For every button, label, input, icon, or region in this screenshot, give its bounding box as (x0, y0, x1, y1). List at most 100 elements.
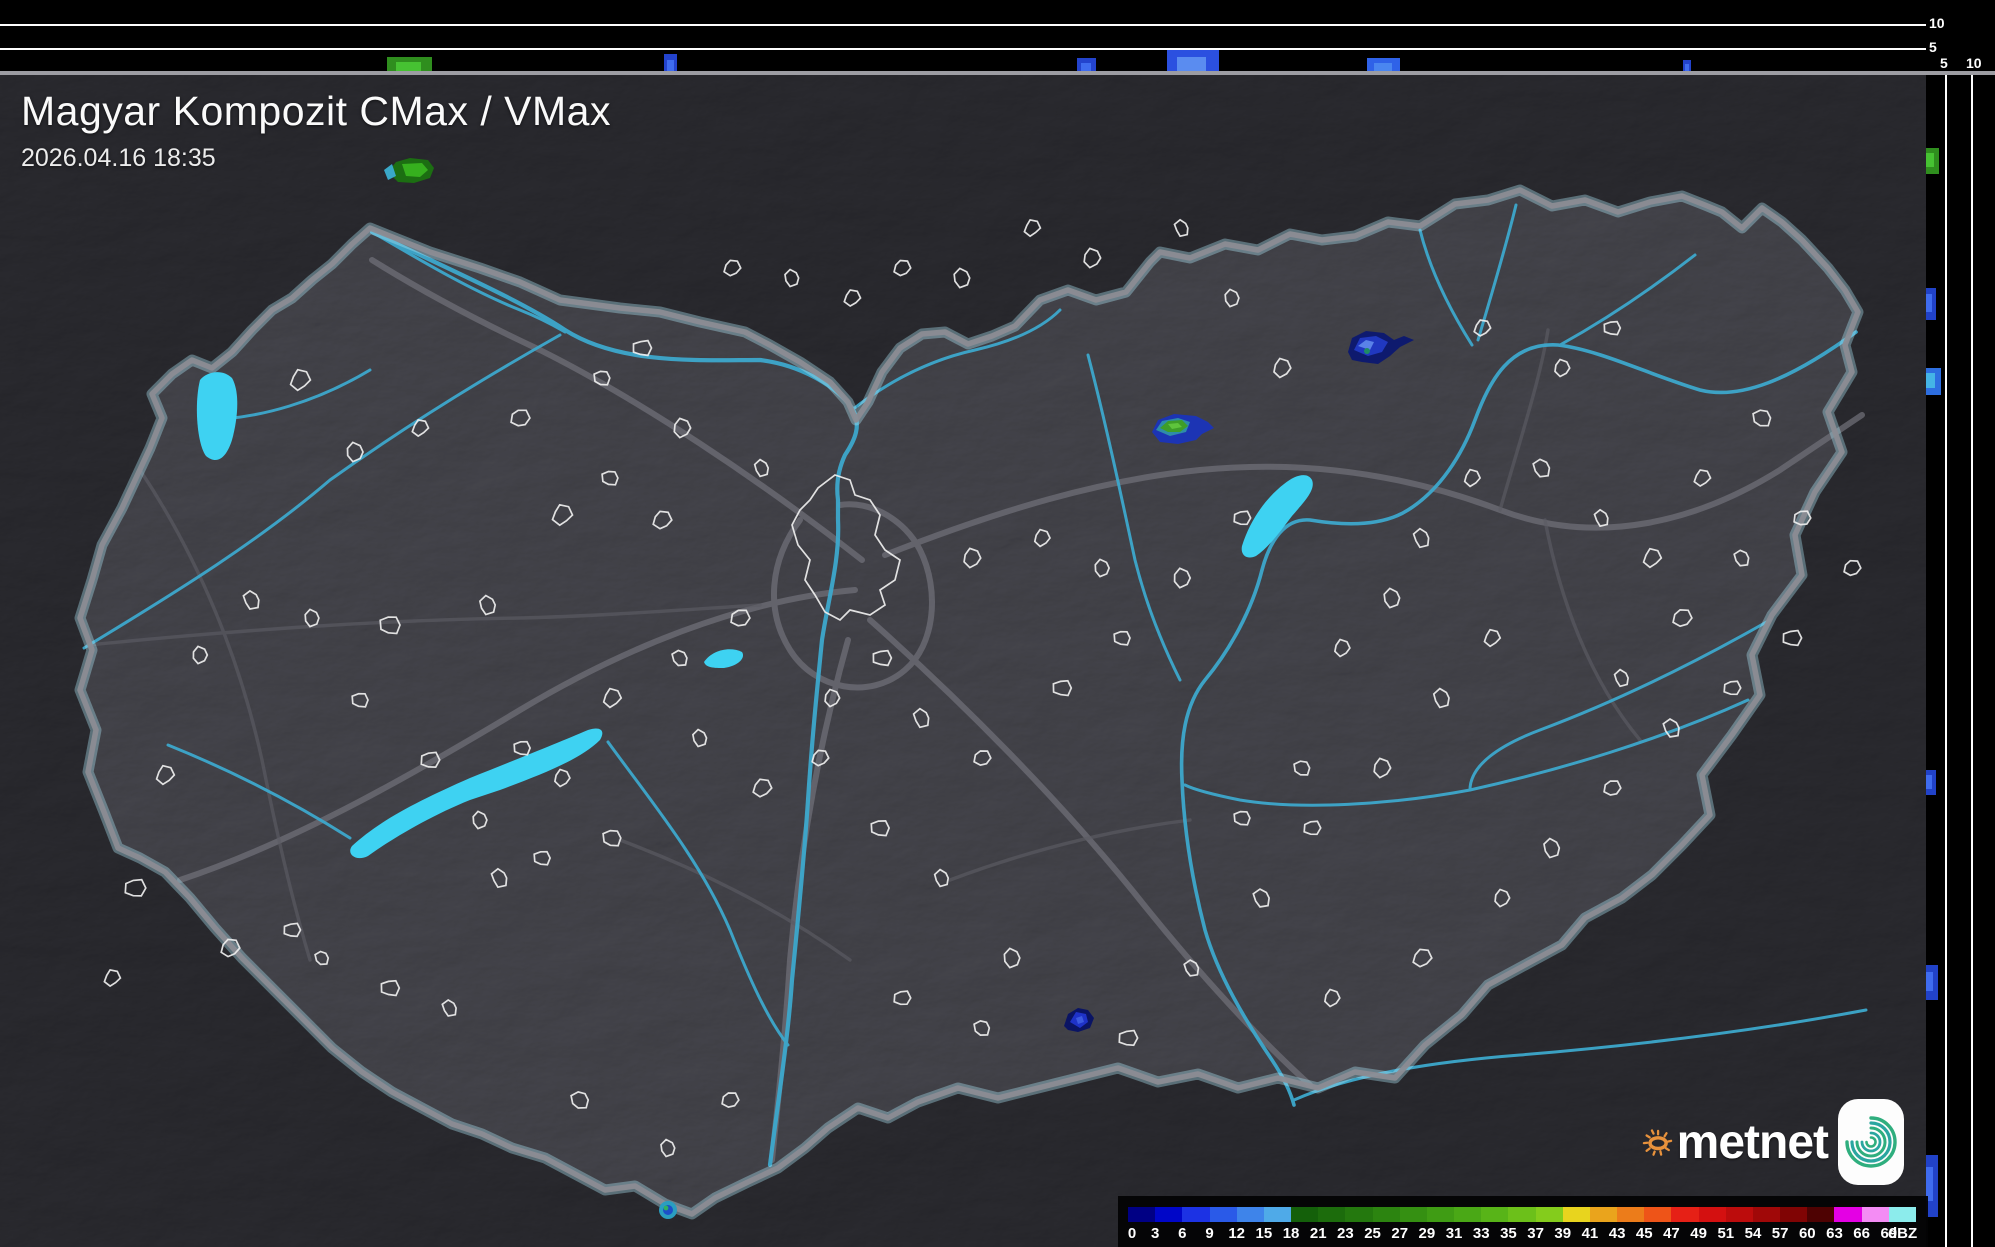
right-profile-echo (1926, 368, 1941, 395)
colorbar-segment (1454, 1207, 1481, 1222)
colorbar-segment (1780, 1207, 1807, 1222)
colorbar-segment (1264, 1207, 1291, 1222)
top-profile-echo (1077, 58, 1096, 71)
colorbar-tick-label: 41 (1582, 1225, 1599, 1242)
echo-southern-border (659, 1201, 677, 1219)
top-profile-echo-core (1685, 64, 1689, 71)
colorbar-segment (1726, 1207, 1753, 1222)
colorbar-tick-label: 21 (1310, 1225, 1327, 1242)
top-profile-echo-core (1081, 63, 1091, 71)
colorbar-segment (1862, 1207, 1889, 1222)
colorbar-tick-label: 63 (1826, 1225, 1843, 1242)
colorbar-unit-label: dBZ (1888, 1225, 1917, 1242)
right-profile-echo-core (1926, 294, 1932, 312)
sun-icon (1642, 1099, 1673, 1185)
colorbar-tick-label: 43 (1609, 1225, 1626, 1242)
colorbar-tick-label: 27 (1391, 1225, 1408, 1242)
colorbar-segment (1237, 1207, 1264, 1222)
top-profile-echo (387, 57, 432, 71)
colorbar-tick-label: 6 (1178, 1225, 1186, 1242)
colorbar-tick-label: 3 (1151, 1225, 1159, 1242)
map-layers (0, 75, 1926, 1247)
top-height-profile-strip (0, 0, 1926, 71)
right-profile-echo (1926, 965, 1938, 1000)
colorbar-segment (1128, 1207, 1155, 1222)
colorbar-tick-label: 45 (1636, 1225, 1653, 1242)
top-strip-axis-label: 10 (1929, 16, 1945, 30)
top-profile-echo (1367, 58, 1400, 71)
colorbar-tick-label: 15 (1256, 1225, 1273, 1242)
right-profile-echo (1926, 148, 1939, 174)
colorbar-tick-label: 49 (1690, 1225, 1707, 1242)
right-strip-gridline (1945, 75, 1947, 1247)
colorbar-segment (1400, 1207, 1427, 1222)
colorbar-tick-label: 37 (1527, 1225, 1544, 1242)
top-strip-gridline (0, 24, 1926, 26)
colorbar-segment (1563, 1207, 1590, 1222)
colorbar-tick-label: 60 (1799, 1225, 1816, 1242)
logo-wordmark: metnet (1677, 1115, 1828, 1170)
colorbar-tick-label: 33 (1473, 1225, 1490, 1242)
colorbar-tick-label: 39 (1554, 1225, 1571, 1242)
colorbar-tick-label: 54 (1745, 1225, 1762, 1242)
right-profile-echo-core (1926, 775, 1932, 789)
right-profile-echo (1926, 770, 1936, 795)
colorbar-segment (1671, 1207, 1698, 1222)
colorbar-segment (1508, 1207, 1535, 1222)
dbz-colorbar-ticks: 03 6 9 12 15 18 21 23 25 27 29 31 33 35 37 39 41 43 45 47 49… (1128, 1225, 1926, 1243)
colorbar-segment (1481, 1207, 1508, 1222)
colorbar-segment (1834, 1207, 1861, 1222)
spiral-icon (1838, 1109, 1904, 1175)
colorbar-tick-label: 57 (1772, 1225, 1789, 1242)
colorbar-tick-label: 25 (1364, 1225, 1381, 1242)
page-title: Magyar Kompozit CMax / VMax (21, 88, 611, 135)
colorbar-segment (1807, 1207, 1834, 1222)
colorbar-tick-label: 31 (1446, 1225, 1463, 1242)
colorbar-segment (1155, 1207, 1182, 1222)
right-strip-axis-label: 5 (1940, 56, 1948, 70)
timestamp: 2026.04.16 18:35 (21, 144, 611, 173)
colorbar-tick-label: 23 (1337, 1225, 1354, 1242)
colorbar-segment (1536, 1207, 1563, 1222)
top-profile-echo-core (396, 62, 421, 71)
metnet-logo: metnet (1642, 1096, 1904, 1188)
top-strip-gridline (0, 48, 1926, 50)
colorbar-tick-label: 29 (1419, 1225, 1436, 1242)
colorbar-segment (1291, 1207, 1318, 1222)
top-profile-echo (1167, 50, 1219, 71)
right-profile-echo-core (1926, 972, 1933, 991)
metnet-app-icon (1838, 1099, 1904, 1185)
right-profile-echo (1926, 288, 1936, 320)
colorbar-segment (1210, 1207, 1237, 1222)
right-profile-echo-core (1926, 153, 1934, 167)
colorbar-tick-label: 12 (1228, 1225, 1245, 1242)
colorbar-tick-label: 35 (1500, 1225, 1517, 1242)
colorbar-segment (1644, 1207, 1671, 1222)
colorbar-tick-label: 18 (1283, 1225, 1300, 1242)
top-profile-echo-core (1374, 63, 1392, 71)
header: Magyar Kompozit CMax / VMax 2026.04.16 1… (21, 88, 611, 173)
top-profile-echo (664, 54, 677, 71)
colorbar-segment (1699, 1207, 1726, 1222)
top-profile-echo-core (667, 60, 674, 71)
right-profile-echo-core (1926, 373, 1935, 388)
top-strip-axis-label: 5 (1929, 40, 1937, 54)
colorbar-tick-label: 0 (1128, 1225, 1136, 1242)
hungary-radar-map (0, 75, 1926, 1247)
radar-composite-screen: 510 (0, 0, 1995, 1247)
colorbar-segment (1427, 1207, 1454, 1222)
colorbar-tick-label: 66 (1853, 1225, 1870, 1242)
colorbar-segment (1182, 1207, 1209, 1222)
top-profile-echo-core (1177, 57, 1206, 71)
colorbar-segment (1590, 1207, 1617, 1222)
colorbar-tick-label: 9 (1205, 1225, 1213, 1242)
right-strip-axis-label: 10 (1966, 56, 1982, 70)
colorbar-segment (1753, 1207, 1780, 1222)
dbz-colorbar (1128, 1207, 1916, 1222)
colorbar-segment (1617, 1207, 1644, 1222)
colorbar-segment (1889, 1207, 1916, 1222)
colorbar-segment (1318, 1207, 1345, 1222)
right-strip-gridline (1971, 75, 1973, 1247)
colorbar-tick-label: 47 (1663, 1225, 1680, 1242)
colorbar-tick-label: 51 (1717, 1225, 1734, 1242)
